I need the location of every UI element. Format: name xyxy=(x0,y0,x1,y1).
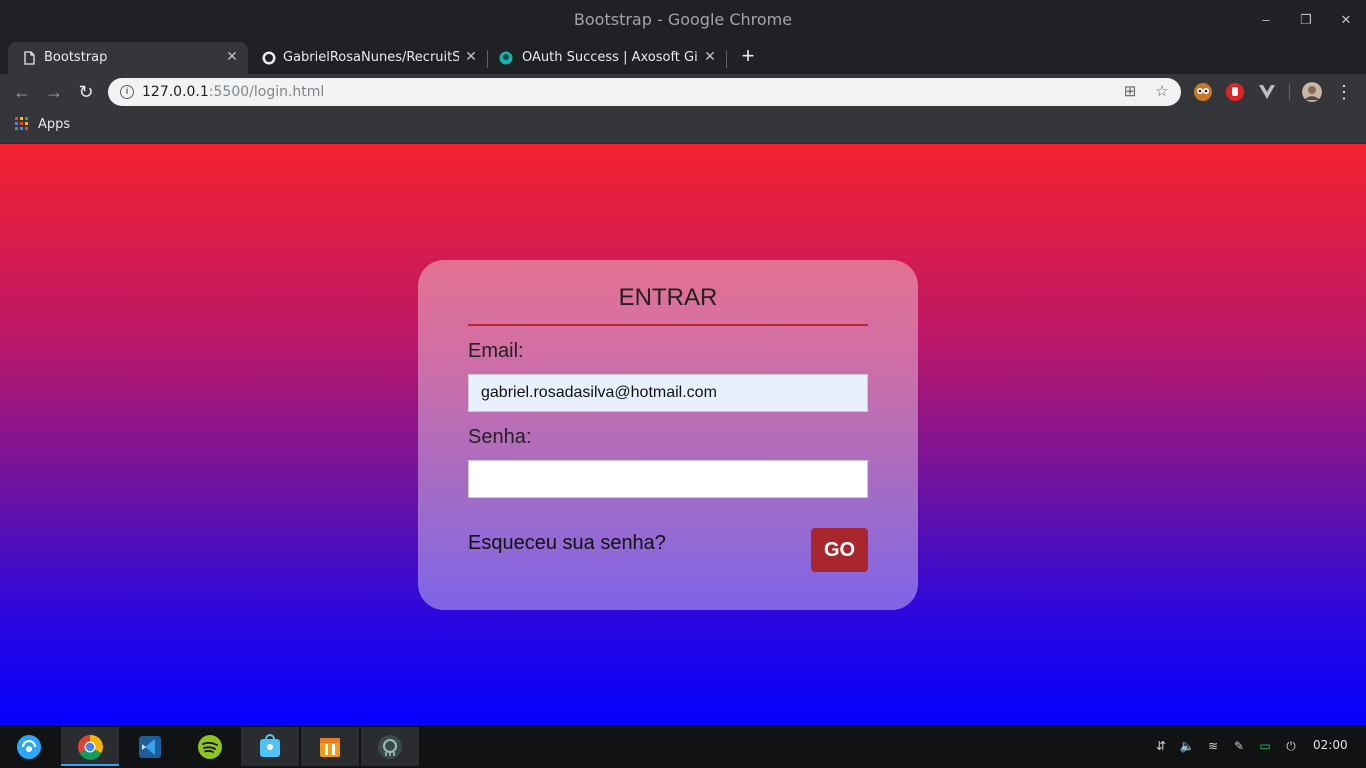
gitkraken-icon xyxy=(499,51,513,65)
restore-button[interactable]: ❐ xyxy=(1296,10,1316,30)
extension-owl-icon[interactable] xyxy=(1193,82,1213,102)
wifi-icon[interactable]: ≋ xyxy=(1205,738,1221,754)
taskbar-spotify[interactable] xyxy=(181,727,239,766)
chrome-icon xyxy=(78,734,103,760)
apps-icon[interactable] xyxy=(15,117,28,130)
tab-bootstrap[interactable]: Bootstrap ✕ xyxy=(8,42,248,74)
reload-button[interactable]: ↻ xyxy=(74,80,98,104)
login-card: ENTRAR Email: Senha: Esqueceu sua senha?… xyxy=(418,260,918,610)
power-icon[interactable]: ⏻ xyxy=(1283,738,1299,754)
tab-separator xyxy=(726,50,727,68)
usb-icon[interactable]: ⇵ xyxy=(1153,738,1169,754)
url-path: :5500/login.html xyxy=(208,84,325,100)
github-icon xyxy=(262,51,276,65)
login-title: ENTRAR xyxy=(618,284,718,311)
spotify-icon xyxy=(198,735,222,759)
window-titlebar: Bootstrap - Google Chrome – ❐ ✕ xyxy=(0,0,1366,40)
taskbar-vscode[interactable] xyxy=(121,727,179,766)
tab-label: Bootstrap xyxy=(44,50,108,65)
app-store-icon xyxy=(260,734,280,757)
battery-icon[interactable]: ▭ xyxy=(1257,738,1273,754)
tab-close-button[interactable]: ✕ xyxy=(224,49,240,65)
tab-label: GabrielRosaNunes/RecruitSyste xyxy=(283,50,459,65)
title-divider xyxy=(468,324,868,326)
vscode-icon xyxy=(139,736,161,758)
tab-close-button[interactable]: ✕ xyxy=(463,49,479,65)
taskbar-chrome[interactable] xyxy=(61,727,119,766)
browser-toolbar: ← → ↻ i 127.0.0.1:5500/login.html ⊞ ☆ ⋮ xyxy=(0,74,1366,110)
taskbar-store[interactable] xyxy=(241,727,299,766)
taskbar: ⇵ 🔈 ≋ ✎ ▭ ⏻ 02:00 xyxy=(0,725,1366,768)
bookmarks-bar xyxy=(0,110,1366,144)
go-button[interactable]: GO xyxy=(811,528,868,572)
site-info-icon[interactable]: i xyxy=(120,85,134,99)
extension-adblock-icon[interactable] xyxy=(1225,82,1245,102)
back-button[interactable]: ← xyxy=(10,80,34,104)
url-host: 127.0.0.1 xyxy=(142,84,209,100)
forward-button[interactable]: → xyxy=(42,80,66,104)
tab-github[interactable]: GabrielRosaNunes/RecruitSyste ✕ xyxy=(248,42,488,74)
tab-label: OAuth Success | Axosoft GitKra xyxy=(522,50,698,65)
address-url[interactable]: 127.0.0.1:5500/login.html xyxy=(142,84,324,100)
chrome-menu-button[interactable]: ⋮ xyxy=(1332,80,1356,104)
toolbar-separator xyxy=(1289,84,1290,100)
tab-gitkraken[interactable]: OAuth Success | Axosoft GitKra ✕ xyxy=(488,42,726,74)
email-input[interactable] xyxy=(468,374,868,412)
archive-manager-icon xyxy=(320,738,340,757)
new-tab-button[interactable]: + xyxy=(736,44,760,68)
tab-close-button[interactable]: ✕ xyxy=(702,49,718,65)
gitkraken-icon xyxy=(378,735,402,759)
email-label: Email: xyxy=(468,340,524,362)
deepin-launcher-icon xyxy=(17,735,41,759)
pen-icon[interactable]: ✎ xyxy=(1231,738,1247,754)
apps-bookmark[interactable]: Apps xyxy=(38,117,70,132)
window-title: Bootstrap - Google Chrome xyxy=(573,10,793,29)
profile-avatar[interactable] xyxy=(1302,82,1322,102)
forgot-password-link[interactable]: Esqueceu sua senha? xyxy=(468,532,666,555)
taskbar-gitkraken[interactable] xyxy=(361,727,419,766)
address-bar[interactable]: i 127.0.0.1:5500/login.html ⊞ ☆ xyxy=(108,78,1181,106)
minimize-button[interactable]: – xyxy=(1256,10,1276,30)
translate-icon[interactable]: ⊞ xyxy=(1121,83,1139,101)
close-window-button[interactable]: ✕ xyxy=(1336,10,1356,30)
extension-vue-icon[interactable] xyxy=(1257,82,1277,102)
page-content: ENTRAR Email: Senha: Esqueceu sua senha?… xyxy=(0,144,1366,725)
bookmark-star-icon[interactable]: ☆ xyxy=(1153,83,1171,101)
page-icon xyxy=(24,51,35,65)
tab-strip: Bootstrap ✕ GabrielRosaNunes/RecruitSyst… xyxy=(0,40,1366,74)
password-label: Senha: xyxy=(468,426,532,448)
taskbar-archive[interactable] xyxy=(301,727,359,766)
volume-icon[interactable]: 🔈 xyxy=(1179,738,1195,754)
clock[interactable]: 02:00 xyxy=(1313,738,1348,752)
launcher-button[interactable] xyxy=(0,727,58,766)
password-input[interactable] xyxy=(468,460,868,498)
